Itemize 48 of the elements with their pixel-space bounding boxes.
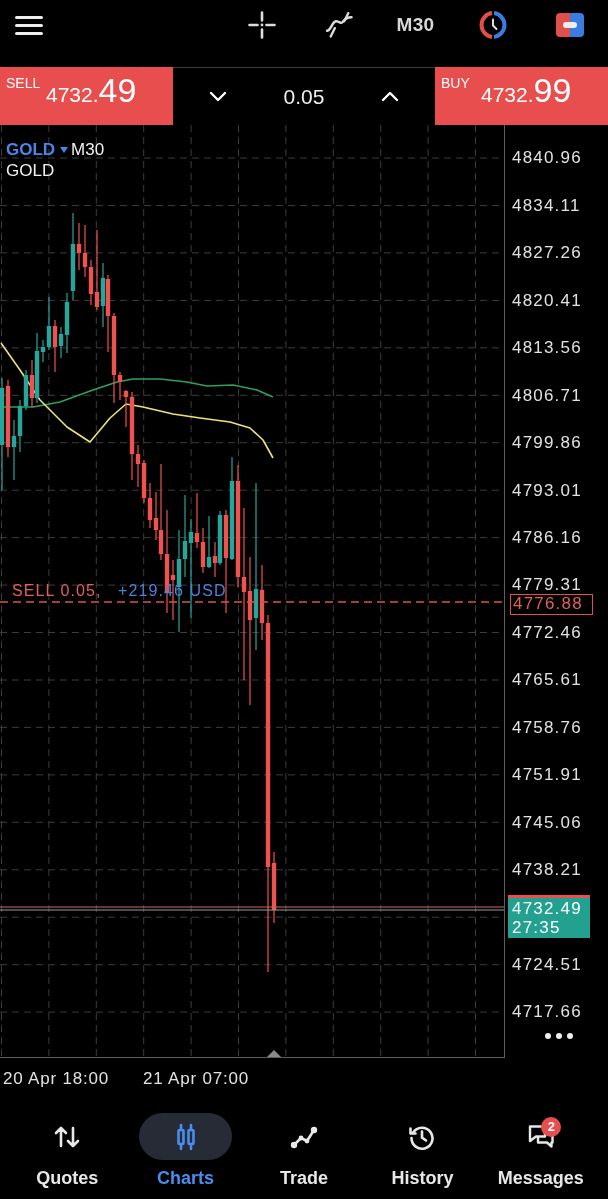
time-label: 20 Apr 18:00 (3, 1069, 109, 1089)
price-label: 4779.31 (512, 576, 582, 594)
current-price: 4732.49 (512, 899, 583, 919)
price-label: 4840.96 (512, 149, 582, 167)
notification-badge: 2 (541, 1117, 562, 1137)
price-label: 4738.21 (512, 861, 582, 879)
time-label: 21 Apr 07:00 (143, 1069, 249, 1089)
nav-tab[interactable]: 2 Messages (481, 1113, 601, 1189)
sell-button[interactable]: SELL 4732.49 (0, 67, 173, 125)
nav-tab[interactable]: Charts (126, 1113, 245, 1189)
price-label: 4806.71 (512, 386, 582, 404)
price-label: 4827.26 (512, 244, 582, 262)
chat-bubbles-icon (526, 1122, 555, 1151)
caret-down-icon[interactable] (60, 146, 69, 153)
indicator-wave-icon[interactable] (324, 12, 353, 38)
chevron-down-icon (209, 91, 227, 102)
clock-icon[interactable] (478, 11, 507, 39)
nav-tab[interactable]: History (363, 1113, 482, 1189)
bar-countdown: 27:35 (512, 918, 562, 938)
split-tile-icon[interactable] (555, 13, 584, 37)
price-label: 4786.16 (512, 529, 582, 546)
price-label: 4745.06 (512, 813, 582, 831)
more-icon[interactable] (545, 1032, 573, 1039)
price-label: 4799.86 (512, 434, 582, 452)
volume-field[interactable]: 0.05 (263, 84, 345, 109)
position-label: SELL 0.05, (12, 581, 102, 601)
price-label: 4793.01 (512, 481, 582, 499)
buy-button[interactable]: BUY 4732.99 (435, 67, 608, 125)
price-label: 4772.46 (512, 623, 582, 641)
price-label: 4765.61 (512, 671, 582, 689)
price-label: 4820.41 (512, 291, 582, 309)
nav-tab[interactable]: Trade (244, 1113, 364, 1189)
timeframe-button[interactable]: M30 (396, 14, 435, 36)
menu-icon[interactable] (15, 16, 43, 35)
nav-tab[interactable]: Quotes (8, 1113, 127, 1189)
crosshair-icon[interactable] (247, 11, 276, 39)
price-label: 4717.66 (512, 1003, 582, 1021)
timeframe-label: M30 (71, 139, 105, 160)
position-price-tag: 4776.88 (510, 594, 593, 615)
symbol-description: GOLD (6, 160, 55, 181)
symbol-name[interactable]: GOLD (6, 139, 56, 160)
price-label: 4751.91 (512, 766, 582, 784)
price-label: 4758.76 (512, 718, 582, 736)
triangle-marker-icon[interactable] (267, 1050, 281, 1057)
price-label: 4834.11 (512, 196, 581, 214)
price-label: 4724.51 (512, 955, 582, 973)
chevron-up-icon (381, 91, 399, 102)
price-label: 4813.56 (512, 339, 582, 357)
